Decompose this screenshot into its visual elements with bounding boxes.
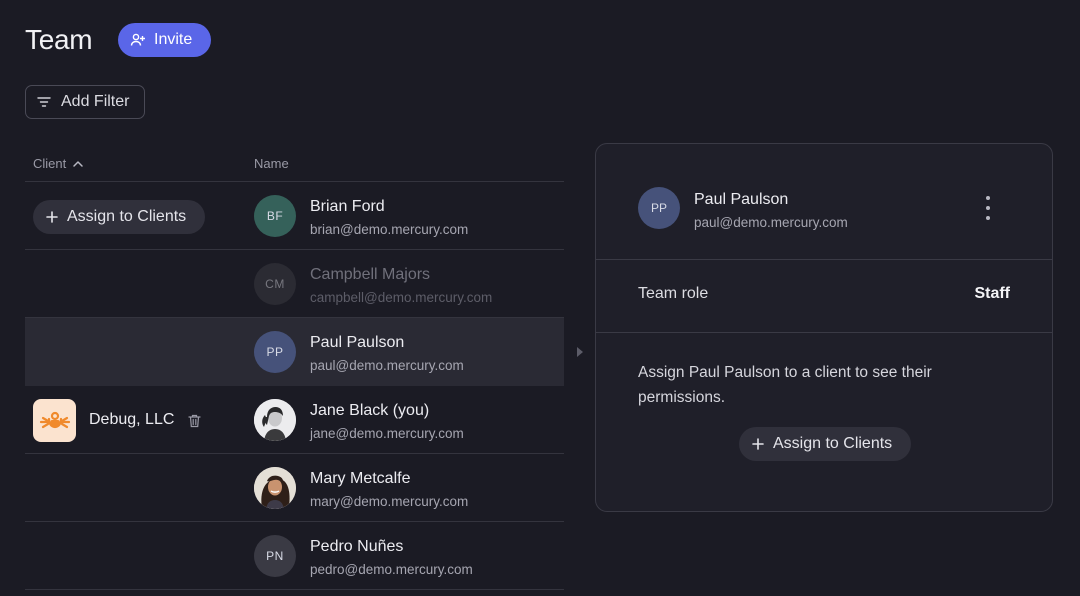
trash-icon[interactable] (188, 414, 201, 428)
invite-button[interactable]: Invite (118, 23, 211, 57)
panel-assign-to-clients-button[interactable]: Assign to Clients (739, 427, 911, 461)
panel-avatar: PP (638, 187, 680, 229)
member-name: Pedro Nuñes (310, 538, 404, 555)
client-name: Debug, LLC (89, 411, 175, 428)
member-email: mary@demo.mercury.com (310, 494, 469, 509)
member-email: campbell@demo.mercury.com (310, 290, 493, 305)
page-title: Team (25, 24, 93, 55)
assign-to-clients-label: Assign to Clients (67, 208, 187, 225)
avatar: PN (254, 535, 296, 577)
member-name: Campbell Majors (310, 266, 431, 283)
person-photo-icon (254, 467, 296, 509)
add-filter-label: Add Filter (61, 93, 130, 110)
avatar: PP (254, 331, 296, 373)
caret-right-icon (577, 347, 583, 357)
panel-divider (596, 259, 1052, 260)
table-row[interactable]: Mary Metcalfe mary@demo.mercury.com (25, 454, 564, 522)
member-email: paul@demo.mercury.com (310, 358, 464, 373)
panel-member-name: Paul Paulson (694, 191, 789, 208)
table-row[interactable]: PN Pedro Nuñes pedro@demo.mercury.com (25, 522, 564, 590)
table-row-selected[interactable]: PP Paul Paulson paul@demo.mercury.com (25, 318, 564, 386)
person-photo-icon (254, 399, 296, 441)
member-email: brian@demo.mercury.com (310, 222, 469, 237)
panel-member-email: paul@demo.mercury.com (694, 215, 848, 230)
more-options-icon[interactable] (984, 196, 992, 220)
plus-icon (46, 211, 58, 223)
table-row[interactable]: CM Campbell Majors campbell@demo.mercury… (25, 250, 564, 318)
member-email: jane@demo.mercury.com (310, 426, 464, 441)
member-name: Mary Metcalfe (310, 470, 411, 487)
team-role-value: Staff (974, 285, 1010, 302)
column-header-client[interactable]: Client (33, 156, 84, 171)
table-row[interactable]: Debug, LLC Jane Black (you) jane@demo.me… (25, 386, 564, 454)
table-row[interactable]: Assign to Clients BF Brian Ford brian@de… (25, 182, 564, 250)
avatar-photo (254, 467, 296, 509)
filter-icon (37, 97, 51, 107)
add-filter-button[interactable]: Add Filter (25, 85, 145, 119)
chevron-up-icon (73, 160, 83, 167)
member-name: Paul Paulson (310, 334, 405, 351)
client-logo (33, 399, 76, 442)
column-header-name[interactable]: Name (254, 156, 289, 171)
column-header-name-label: Name (254, 156, 289, 171)
member-name: Brian Ford (310, 198, 385, 215)
member-email: pedro@demo.mercury.com (310, 562, 473, 577)
avatar-photo (254, 399, 296, 441)
assign-hint-text: Assign Paul Paulson to a client to see t… (638, 364, 932, 406)
panel-assign-to-clients-label: Assign to Clients (773, 435, 893, 452)
team-role-label: Team role (638, 285, 709, 302)
add-user-icon (130, 33, 145, 46)
plus-icon (752, 438, 764, 450)
assign-to-clients-button[interactable]: Assign to Clients (33, 200, 205, 234)
panel-divider (596, 332, 1052, 333)
avatar: BF (254, 195, 296, 237)
avatar: CM (254, 263, 296, 305)
debug-logo-icon (39, 411, 70, 428)
member-name: Jane Black (you) (310, 402, 430, 419)
member-detail-panel: PP Paul Paulson paul@demo.mercury.com Te… (595, 143, 1053, 512)
column-header-client-label: Client (33, 156, 67, 171)
invite-label: Invite (154, 31, 193, 48)
